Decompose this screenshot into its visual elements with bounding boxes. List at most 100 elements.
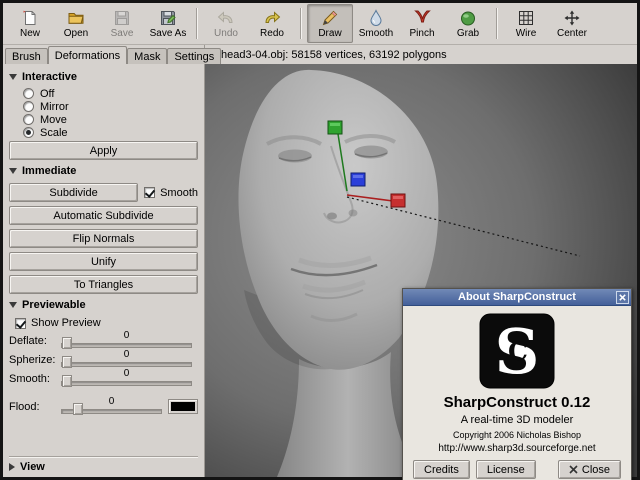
toolbar-button-grab[interactable]: Grab xyxy=(445,4,491,43)
deflate-value: 0 xyxy=(123,330,130,341)
interactive-expander[interactable]: Interactive xyxy=(9,71,198,83)
separator-line xyxy=(9,456,198,458)
deflate-label: Deflate: xyxy=(9,334,47,347)
toolbar-label-undo: Undo xyxy=(214,27,238,39)
toolbar-button-smooth[interactable]: Smooth xyxy=(353,4,399,43)
slider-trough[interactable] xyxy=(61,381,192,386)
toolbar-label-center: Center xyxy=(556,27,587,39)
main-toolbar: New Open Save Save As Undo Redo Draw Smo… xyxy=(3,3,637,45)
toolbar-label-save: Save xyxy=(110,27,134,39)
smooth-label: Smooth: xyxy=(9,372,50,385)
automatic-subdivide-button[interactable]: Automatic Subdivide xyxy=(9,206,198,225)
manipulator-handle-blue[interactable] xyxy=(350,172,366,187)
slider-handle[interactable] xyxy=(62,356,72,368)
redo-arrow-icon xyxy=(263,9,281,28)
license-button[interactable]: License xyxy=(475,460,536,479)
slider-handle[interactable] xyxy=(62,375,72,387)
wireframe-grid-icon xyxy=(517,9,535,28)
subdivide-button[interactable]: Subdivide xyxy=(9,183,139,202)
flood-slider[interactable]: 0 xyxy=(61,396,162,415)
dialog-title: About SharpConstruct xyxy=(458,291,576,303)
manipulator-handle-red[interactable] xyxy=(390,193,406,208)
smooth-subdivide-checkbox[interactable]: Smooth xyxy=(144,187,198,199)
radio-move[interactable]: Move xyxy=(9,113,198,126)
pencil-icon xyxy=(321,9,339,28)
slider-trough[interactable] xyxy=(61,343,192,348)
tab-deformations-label: Deformations xyxy=(54,50,121,62)
smooth-checkbox-label: Smooth xyxy=(160,186,198,199)
toolbar-button-new[interactable]: New xyxy=(7,4,53,43)
sharpconstruct-logo: S C xyxy=(478,312,556,390)
dialog-titlebar[interactable]: About SharpConstruct xyxy=(403,289,631,306)
flip-normals-button[interactable]: Flip Normals xyxy=(9,229,198,248)
flood-color-button[interactable] xyxy=(168,399,198,414)
radio-mirror[interactable]: Mirror xyxy=(9,100,198,113)
toolbar-separator xyxy=(300,8,302,39)
dialog-body: S C SharpConstruct 0.12 A real-time 3D m… xyxy=(403,306,631,480)
status-strip: head3-04.obj: 58158 vertices, 63192 poly… xyxy=(205,45,637,64)
dialog-close-button[interactable] xyxy=(616,291,629,304)
toolbar-button-center[interactable]: Center xyxy=(549,4,595,43)
view-expander[interactable]: View xyxy=(9,461,198,473)
immediate-expander[interactable]: Immediate xyxy=(9,165,198,177)
interactive-header-label: Interactive xyxy=(22,71,78,83)
model-status-text: head3-04.obj: 58158 vertices, 63192 poly… xyxy=(221,48,447,61)
expander-closed-icon xyxy=(9,463,15,471)
dialog-button-row: Credits License Close xyxy=(413,460,621,479)
spherize-label: Spherize: xyxy=(9,353,56,366)
tab-mask[interactable]: Mask xyxy=(127,48,168,64)
spherize-value: 0 xyxy=(123,349,130,360)
tab-deformations[interactable]: Deformations xyxy=(47,46,128,64)
license-button-label: License xyxy=(486,463,525,476)
close-x-icon xyxy=(569,465,578,474)
show-preview-checkbox[interactable]: Show Preview xyxy=(9,315,198,331)
checkbox-icon xyxy=(15,317,26,329)
radio-mirror-label: Mirror xyxy=(40,100,69,113)
toolbar-button-wire[interactable]: Wire xyxy=(503,4,549,43)
save-as-floppy-icon xyxy=(159,9,177,28)
app-subtitle: A real-time 3D modeler xyxy=(460,414,574,426)
tabrow: Brush Deformations Mask Settings head3-0… xyxy=(3,45,637,64)
toolbar-button-save[interactable]: Save xyxy=(99,4,145,43)
toolbar-label-draw: Draw xyxy=(318,27,342,39)
deflate-slider[interactable]: 0 xyxy=(61,330,192,349)
toolbar-button-open[interactable]: Open xyxy=(53,4,99,43)
toolbar-separator xyxy=(496,8,498,39)
manipulator-handle-green[interactable] xyxy=(327,120,343,135)
radio-scale-label: Scale xyxy=(40,126,68,139)
previewable-expander[interactable]: Previewable xyxy=(9,299,198,311)
smooth-value: 0 xyxy=(123,368,130,379)
to-triangles-button[interactable]: To Triangles xyxy=(9,275,198,294)
spherize-slider-row: Spherize: 0 xyxy=(9,349,198,368)
slider-handle[interactable] xyxy=(73,403,83,415)
open-folder-icon xyxy=(67,9,85,28)
smooth-slider[interactable]: 0 xyxy=(61,368,192,387)
radio-button-icon xyxy=(23,127,34,138)
app-url: http://www.sharp3d.sourceforge.net xyxy=(438,443,596,454)
unify-button[interactable]: Unify xyxy=(9,252,198,271)
toolbar-button-draw[interactable]: Draw xyxy=(307,4,353,43)
toolbar-label-redo: Redo xyxy=(260,27,284,39)
close-button[interactable]: Close xyxy=(557,460,621,479)
slider-handle[interactable] xyxy=(62,337,72,349)
radio-scale[interactable]: Scale xyxy=(9,126,198,139)
credits-button[interactable]: Credits xyxy=(413,460,470,479)
droplet-icon xyxy=(367,9,385,28)
apply-button[interactable]: Apply xyxy=(9,141,198,160)
grab-sphere-icon xyxy=(459,9,477,28)
toolbar-button-pinch[interactable]: Pinch xyxy=(399,4,445,43)
toolbar-button-save-as[interactable]: Save As xyxy=(145,4,191,43)
tab-mask-label: Mask xyxy=(134,51,161,63)
toolbar-label-save-as: Save As xyxy=(149,27,187,39)
app-copyright: Copyright 2006 Nicholas Bishop xyxy=(452,430,582,440)
smooth-slider-row: Smooth: 0 xyxy=(9,368,198,387)
tab-brush[interactable]: Brush xyxy=(5,48,48,64)
spherize-slider[interactable]: 0 xyxy=(61,349,192,368)
svg-text:C: C xyxy=(508,337,528,366)
toolbar-button-undo[interactable]: Undo xyxy=(203,4,249,43)
toolbar-button-redo[interactable]: Redo xyxy=(249,4,295,43)
flood-value: 0 xyxy=(108,396,115,407)
slider-trough[interactable] xyxy=(61,362,192,367)
toolbar-label-wire: Wire xyxy=(515,27,537,39)
radio-off[interactable]: Off xyxy=(9,87,198,100)
